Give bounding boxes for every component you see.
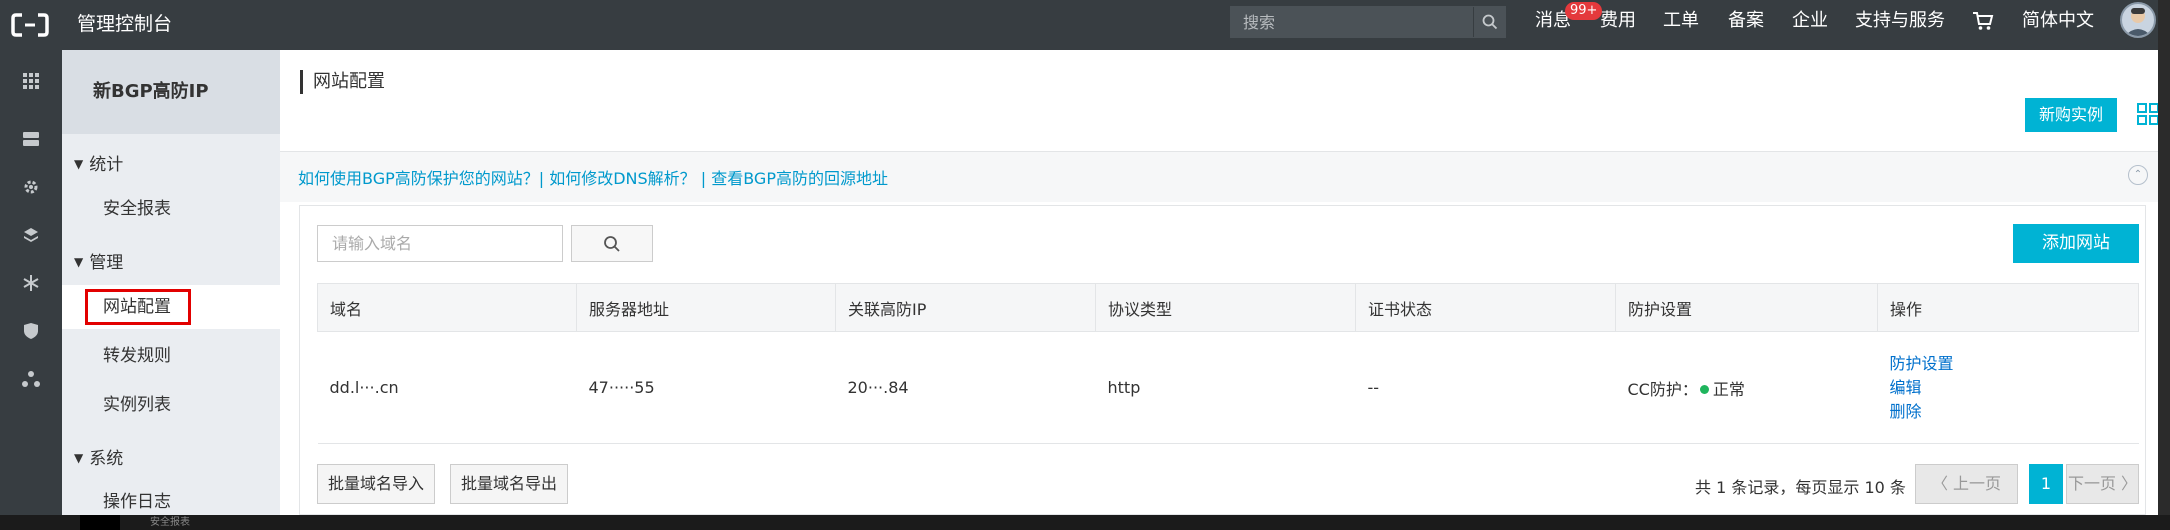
triangle-down-icon: ▼ (74, 255, 84, 269)
global-search-input[interactable] (1231, 7, 1471, 37)
bottom-strip-text: 安全报表 (150, 517, 190, 528)
nav-tickets[interactable]: 工单 (1663, 5, 1699, 37)
bottom-strip: 安全报表 (0, 515, 2170, 530)
batch-import-button[interactable]: 批量域名导入 (317, 464, 435, 504)
protection-label: CC防护： (1627, 379, 1698, 399)
chevron-left-icon: 〈 (1931, 474, 1954, 493)
main-content: 网站配置 新购实例 如何使用BGP高防保护您的网站？| 如何修改DNS解析？ |… (280, 50, 2159, 515)
collapse-icon[interactable]: ⌃ (2128, 165, 2148, 185)
col-domain: 域名 (317, 283, 577, 332)
pager-info: 共 1 条记录，每页显示 10 条 (1695, 478, 1906, 497)
table-header-row: 域名 服务器地址 关联高防IP 协议类型 证书状态 防护设置 操作 (317, 283, 2139, 332)
sidebar-item-security-report[interactable]: 安全报表 (62, 187, 280, 231)
layers-icon[interactable] (22, 226, 40, 244)
batch-export-button[interactable]: 批量域名导出 (450, 464, 568, 504)
server-icon[interactable] (22, 130, 40, 148)
next-page-label: 下一页 (2067, 474, 2116, 493)
protection-settings-link[interactable]: 防护设置 (1890, 352, 2139, 376)
shield-icon[interactable] (22, 322, 40, 340)
cart-icon[interactable] (1972, 10, 1994, 42)
snowflake-icon[interactable] (22, 274, 40, 292)
protection-status: 正常 (1712, 379, 1745, 399)
sidebar-group-label: 管理 (89, 253, 124, 273)
global-search[interactable] (1230, 6, 1506, 38)
product-title: 新BGP高防IP (62, 50, 280, 134)
sidebar-item-site-config[interactable]: 网站配置 (62, 285, 280, 329)
cell-protection: CC防护： 正常 (1615, 331, 1878, 444)
col-protocol: 协议类型 (1095, 283, 1356, 332)
search-icon[interactable] (1473, 7, 1505, 37)
triangle-down-icon: ▼ (74, 157, 84, 171)
window-edge (2158, 0, 2170, 530)
nav-support[interactable]: 支持与服务 (1855, 5, 1945, 37)
bottom-thumbnail (80, 515, 120, 530)
col-cert: 证书状态 (1355, 283, 1616, 332)
sidebar-item-instances[interactable]: 实例列表 (62, 383, 280, 427)
col-protection: 防护设置 (1615, 283, 1878, 332)
top-bar: 管理控制台 消息 99+ 费用 工单 备案 企业 支持与服务 简体中文 (0, 0, 2158, 50)
settings-icon[interactable] (22, 178, 40, 196)
cell-server: 47·····55 (576, 331, 836, 444)
prev-page-button[interactable]: 〈 上一页 (1915, 464, 2018, 504)
search-icon (604, 235, 620, 252)
product-sidebar: 新BGP高防IP ▼ 统计 安全报表 ▼ 管理 网站配置 转发规则 实例列表 ▼ 系统… (62, 50, 280, 515)
domain-search-input[interactable] (317, 225, 563, 262)
delete-link[interactable]: 删除 (1890, 400, 2139, 424)
prev-page-label: 上一页 (1953, 474, 2002, 493)
sidebar-item-label: 网站配置 (85, 289, 191, 325)
sidebar-item-forward-rules[interactable]: 转发规则 (62, 334, 280, 378)
sidebar-group-stats[interactable]: ▼ 统计 (74, 150, 123, 175)
next-page-button[interactable]: 下一页 〉 (2066, 464, 2139, 504)
cell-ops: 防护设置 编辑 删除 (1877, 331, 2139, 444)
sidebar-group-system[interactable]: ▼ 系统 (74, 444, 123, 469)
nav-billing[interactable]: 费用 (1600, 5, 1636, 37)
network-icon[interactable] (22, 370, 40, 388)
help-links[interactable]: 如何使用BGP高防保护您的网站？| 如何修改DNS解析？ | 查看BGP高防的回… (298, 165, 888, 189)
sites-table: 域名 服务器地址 关联高防IP 协议类型 证书状态 防护设置 操作 dd.l··… (317, 283, 2139, 444)
sites-panel: 添加网站 域名 服务器地址 关联高防IP 协议类型 证书状态 防护设置 操作 d… (299, 205, 2146, 515)
add-site-button[interactable]: 添加网站 (2013, 224, 2139, 263)
cell-protocol: http (1095, 331, 1356, 444)
domain-search-button[interactable] (571, 225, 653, 262)
cell-domain: dd.l···.cn (317, 331, 577, 444)
new-instance-button[interactable]: 新购实例 (2025, 98, 2117, 132)
current-page[interactable]: 1 (2029, 464, 2063, 504)
col-ip: 关联高防IP (835, 283, 1096, 332)
sidebar-group-label: 系统 (89, 449, 124, 469)
sidebar-group-manage[interactable]: ▼ 管理 (74, 248, 123, 273)
sidebar-group-label: 统计 (89, 155, 124, 175)
triangle-down-icon: ▼ (74, 451, 84, 465)
cell-ip: 20···.84 (835, 331, 1096, 444)
cell-cert: -- (1355, 331, 1616, 444)
user-avatar[interactable] (2120, 2, 2156, 38)
chevron-right-icon: 〉 (2115, 474, 2138, 493)
nav-enterprise[interactable]: 企业 (1792, 5, 1828, 37)
edit-link[interactable]: 编辑 (1890, 376, 2139, 400)
page-title: 网站配置 (300, 70, 385, 94)
help-bar: 如何使用BGP高防保护您的网站？| 如何修改DNS解析？ | 查看BGP高防的回… (280, 151, 2158, 202)
product-rail (0, 50, 62, 515)
table-row: dd.l···.cn 47·····55 20···.84 http -- CC… (317, 331, 2139, 444)
col-server: 服务器地址 (576, 283, 836, 332)
aliyun-logo-icon[interactable] (10, 11, 50, 39)
nav-language[interactable]: 简体中文 (2022, 5, 2094, 37)
col-ops: 操作 (1877, 283, 2139, 332)
status-dot-icon (1699, 385, 1709, 394)
apps-grid-icon[interactable] (22, 72, 40, 90)
nav-filing[interactable]: 备案 (1728, 5, 1764, 37)
layout-grid-icon[interactable] (2137, 103, 2159, 125)
console-title[interactable]: 管理控制台 (77, 8, 172, 40)
message-count-badge: 99+ (1565, 2, 1603, 20)
